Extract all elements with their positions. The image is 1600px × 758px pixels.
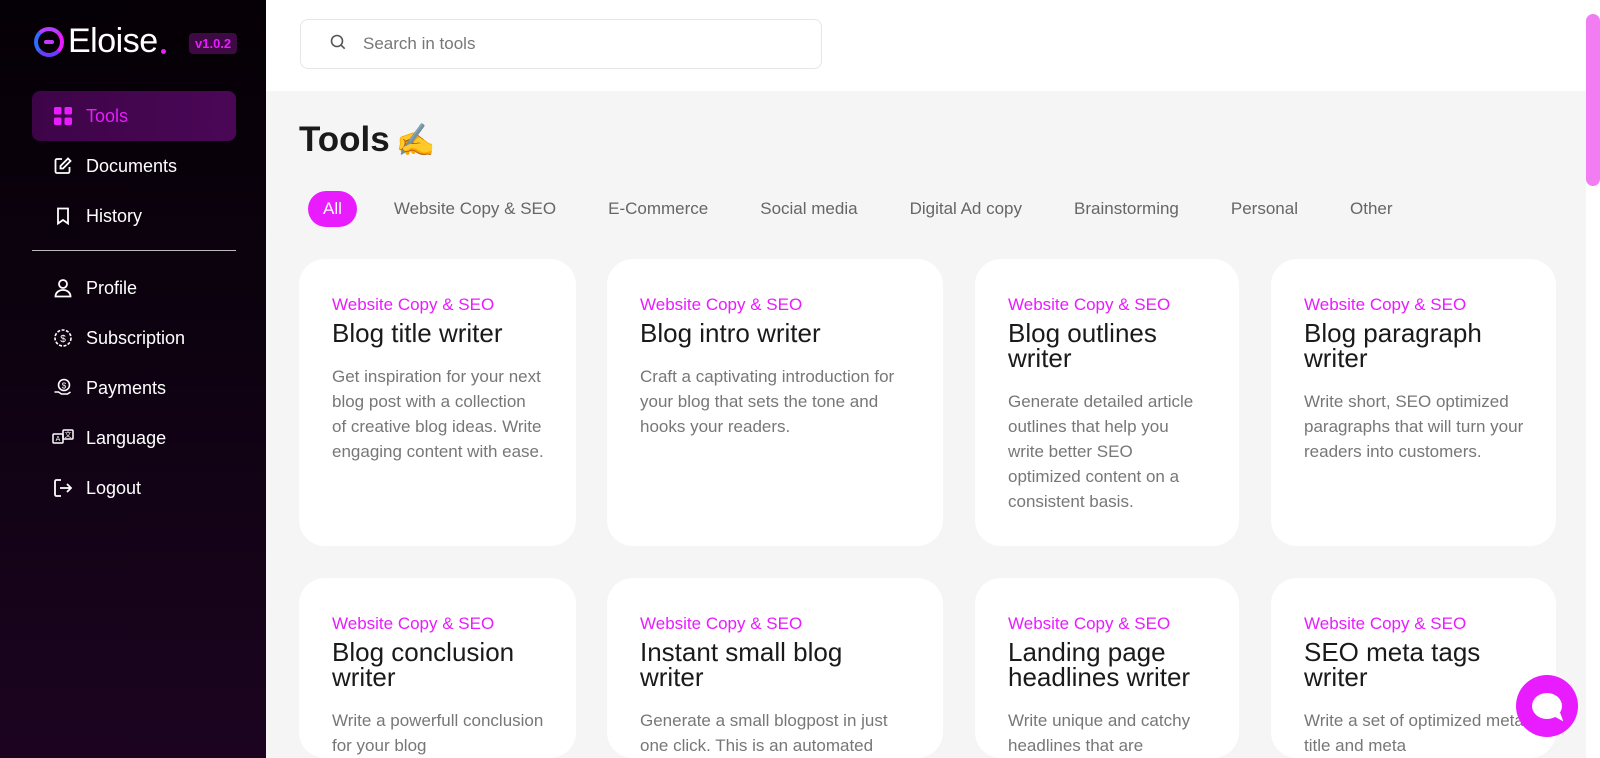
sidebar-item-tools[interactable]: Tools bbox=[32, 91, 236, 141]
logo[interactable]: Eloise bbox=[34, 22, 166, 61]
card-title: Blog title writer bbox=[332, 318, 503, 348]
sidebar-item-label: Documents bbox=[86, 155, 178, 176]
logout-icon bbox=[52, 477, 74, 499]
brand-name: Eloise bbox=[68, 22, 158, 60]
card-category: Website Copy & SEO bbox=[1008, 295, 1171, 314]
scrollbar-thumb[interactable] bbox=[1586, 14, 1600, 186]
version-badge: v1.0.2 bbox=[189, 33, 238, 54]
search-box[interactable] bbox=[300, 19, 822, 69]
card-category: Website Copy & SEO bbox=[640, 614, 803, 633]
edit-document-icon bbox=[52, 155, 74, 177]
tool-card-blog-conclusion-writer[interactable]: Website Copy & SEO Blog conclusion write… bbox=[299, 578, 576, 758]
card-title: Blog outlines writer bbox=[1008, 318, 1157, 373]
card-description: Craft a captivating introduction for you… bbox=[640, 367, 895, 436]
sidebar-item-label: Profile bbox=[86, 277, 138, 298]
sidebar-item-logout[interactable]: Logout bbox=[32, 463, 236, 513]
tool-card-blog-intro-writer[interactable]: Website Copy & SEO Blog intro writer Cra… bbox=[607, 259, 943, 546]
tool-card-landing-page-headlines-writer[interactable]: Website Copy & SEO Landing page headline… bbox=[975, 578, 1239, 758]
sidebar-item-documents[interactable]: Documents bbox=[32, 141, 236, 191]
sidebar-item-label: History bbox=[86, 205, 143, 226]
card-description: Generate a small blogpost in just one cl… bbox=[640, 711, 888, 755]
filter-all[interactable]: All bbox=[308, 191, 357, 227]
card-title: Blog intro writer bbox=[640, 318, 821, 348]
grid-icon bbox=[52, 105, 74, 127]
user-icon bbox=[52, 277, 74, 299]
card-category: Website Copy & SEO bbox=[640, 295, 803, 314]
card-description: Write a powerfull conclusion for your bl… bbox=[332, 711, 544, 755]
search-input[interactable] bbox=[363, 34, 783, 54]
sidebar-item-profile[interactable]: Profile bbox=[32, 263, 236, 313]
sidebar-item-payments[interactable]: $ Payments bbox=[32, 363, 236, 413]
language-icon: A文 bbox=[52, 427, 74, 449]
scrollbar[interactable] bbox=[1586, 0, 1600, 758]
filter-brainstorming[interactable]: Brainstorming bbox=[1074, 191, 1179, 227]
card-title: Blog paragraph writer bbox=[1304, 318, 1482, 373]
top-bar bbox=[266, 0, 1586, 91]
card-category: Website Copy & SEO bbox=[1304, 295, 1467, 314]
svg-text:A: A bbox=[56, 436, 61, 443]
card-category: Website Copy & SEO bbox=[1304, 614, 1467, 633]
writing-hand-icon: ✍️ bbox=[395, 122, 436, 158]
account-nav: Profile $ Subscription $ Payments A文 Lan… bbox=[32, 263, 236, 513]
sidebar-item-label: Logout bbox=[86, 477, 142, 498]
sidebar-item-language[interactable]: A文 Language bbox=[32, 413, 236, 463]
card-category: Website Copy & SEO bbox=[1008, 614, 1171, 633]
card-description: Write a set of optimized meta title and … bbox=[1304, 711, 1524, 755]
bookmark-icon bbox=[52, 205, 74, 227]
sidebar-item-subscription[interactable]: $ Subscription bbox=[32, 313, 236, 363]
logo-icon bbox=[34, 26, 64, 57]
filter-other[interactable]: Other bbox=[1350, 191, 1393, 227]
card-description: Write unique and catchy headlines that a… bbox=[1008, 711, 1191, 755]
sidebar-item-label: Language bbox=[86, 427, 167, 448]
card-category: Website Copy & SEO bbox=[332, 295, 495, 314]
sidebar-item-label: Payments bbox=[86, 377, 167, 398]
card-description: Get inspiration for your next blog post … bbox=[332, 367, 544, 461]
page-title: Tools ✍️ bbox=[299, 120, 436, 160]
filter-personal[interactable]: Personal bbox=[1231, 191, 1298, 227]
tool-card-blog-outlines-writer[interactable]: Website Copy & SEO Blog outlines writer … bbox=[975, 259, 1239, 546]
sidebar-item-label: Tools bbox=[86, 105, 129, 126]
card-title: Instant small blog writer bbox=[640, 637, 843, 692]
search-icon bbox=[329, 33, 347, 56]
filter-digital-ad-copy[interactable]: Digital Ad copy bbox=[910, 191, 1022, 227]
card-category: Website Copy & SEO bbox=[332, 614, 495, 633]
card-title: SEO meta tags writer bbox=[1304, 637, 1481, 692]
card-description: Write short, SEO optimized paragraphs th… bbox=[1304, 392, 1524, 461]
tool-card-blog-paragraph-writer[interactable]: Website Copy & SEO Blog paragraph writer… bbox=[1271, 259, 1556, 546]
category-filters: All Website Copy & SEO E-Commerce Social… bbox=[308, 191, 1445, 227]
sidebar: Eloise v1.0.2 Tools Documents History Pr… bbox=[0, 0, 266, 758]
tool-card-instant-small-blog-writer[interactable]: Website Copy & SEO Instant small blog wr… bbox=[607, 578, 943, 758]
sidebar-item-history[interactable]: History bbox=[32, 191, 236, 241]
chat-button[interactable] bbox=[1516, 675, 1578, 737]
tool-card-blog-title-writer[interactable]: Website Copy & SEO Blog title writer Get… bbox=[299, 259, 576, 546]
dollar-badge-icon: $ bbox=[52, 327, 74, 349]
svg-text:$: $ bbox=[60, 334, 66, 345]
sidebar-item-label: Subscription bbox=[86, 327, 186, 348]
card-title: Landing page headlines writer bbox=[1008, 637, 1191, 692]
chat-bubble-icon bbox=[1532, 693, 1562, 719]
card-title: Blog conclusion writer bbox=[332, 637, 515, 692]
filter-website-copy-seo[interactable]: Website Copy & SEO bbox=[394, 191, 556, 227]
svg-text:文: 文 bbox=[65, 430, 72, 439]
main-nav: Tools Documents History bbox=[32, 91, 236, 241]
tool-card-seo-meta-tags-writer[interactable]: Website Copy & SEO SEO meta tags writer … bbox=[1271, 578, 1556, 758]
page-title-text: Tools bbox=[299, 120, 390, 159]
svg-text:$: $ bbox=[62, 382, 67, 391]
payment-hand-icon: $ bbox=[52, 377, 74, 399]
logo-dot bbox=[160, 49, 166, 54]
nav-divider bbox=[32, 250, 236, 251]
card-description: Generate detailed article outlines that … bbox=[1008, 392, 1194, 511]
filter-e-commerce[interactable]: E-Commerce bbox=[608, 191, 708, 227]
filter-social-media[interactable]: Social media bbox=[760, 191, 857, 227]
